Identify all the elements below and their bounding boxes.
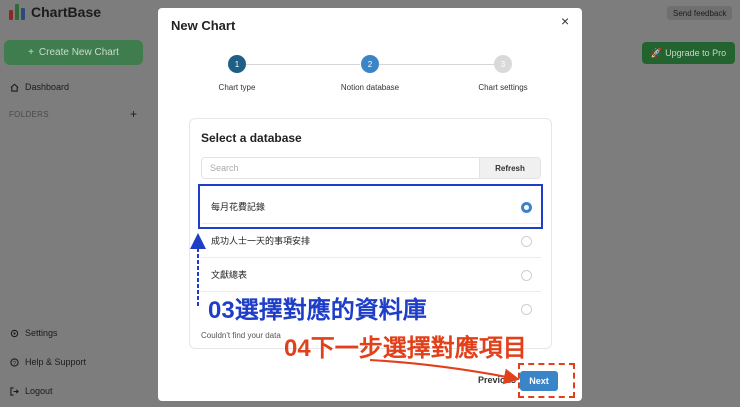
card-title: Select a database: [201, 131, 302, 145]
step-1-circle: 1: [228, 55, 246, 73]
gear-icon: [10, 329, 19, 338]
add-folder-button[interactable]: +: [130, 107, 137, 121]
sidebar-item-settings[interactable]: Settings: [10, 328, 58, 338]
rocket-icon: 🚀: [650, 47, 663, 58]
sidebar-item-label: Settings: [25, 328, 58, 338]
step-2-label: Notion database: [340, 83, 400, 92]
previous-button[interactable]: Previous: [478, 375, 516, 385]
home-icon: [10, 83, 19, 92]
help-icon: ?: [10, 357, 19, 367]
database-option-label: 文獻總表: [211, 270, 248, 280]
folders-heading: FOLDERS: [9, 110, 49, 119]
database-option[interactable]: 成功人士一天的事項安排: [201, 224, 541, 258]
sidebar-item-logout[interactable]: Logout: [10, 386, 53, 396]
create-new-chart-label: Create New Chart: [38, 47, 119, 58]
create-new-chart-button[interactable]: + Create New Chart: [4, 40, 143, 65]
logout-icon: [10, 386, 19, 396]
database-option[interactable]: 文獻總表: [201, 258, 541, 292]
svg-text:?: ?: [13, 360, 16, 366]
close-icon[interactable]: ×: [561, 13, 569, 29]
upgrade-label: Upgrade to Pro: [665, 48, 727, 58]
radio-button[interactable]: [521, 304, 532, 315]
stepper-line: [246, 64, 360, 65]
helper-text: Couldn't find your data: [201, 331, 281, 340]
send-feedback-button[interactable]: Send feedback: [667, 6, 733, 20]
annotation-step4-text: 04下一步選擇對應項目: [284, 335, 527, 362]
search-input[interactable]: [202, 158, 479, 178]
annotation-highlight-box-red: [518, 363, 575, 398]
chartbase-logo-icon: [9, 4, 25, 20]
annotation-highlight-box: [198, 184, 543, 229]
plus-icon: +: [28, 47, 34, 58]
step-1-label: Chart type: [218, 83, 256, 92]
radio-button[interactable]: [521, 270, 532, 281]
refresh-button[interactable]: Refresh: [479, 158, 540, 178]
radio-button[interactable]: [521, 236, 532, 247]
sidebar-item-label: Dashboard: [25, 82, 70, 92]
stepper-line: [379, 64, 494, 65]
sidebar-item-label: Logout: [25, 386, 53, 396]
step-3-circle: 3: [494, 55, 512, 73]
upgrade-to-pro-button[interactable]: 🚀 Upgrade to Pro: [642, 42, 735, 64]
step-3-label: Chart settings: [478, 83, 528, 92]
sidebar-item-help[interactable]: ? Help & Support: [10, 357, 86, 367]
step-2-circle: 2: [361, 55, 379, 73]
logo: ChartBase: [9, 4, 101, 20]
logo-text: ChartBase: [31, 4, 102, 20]
annotation-step3-text: 03選擇對應的資料庫: [208, 297, 427, 324]
sidebar-item-label: Help & Support: [25, 357, 87, 367]
database-option-label: 成功人士一天的事項安排: [211, 236, 311, 246]
modal-title: New Chart: [171, 18, 236, 33]
search-bar: Refresh: [201, 157, 541, 179]
sidebar-item-dashboard[interactable]: Dashboard: [10, 82, 69, 92]
